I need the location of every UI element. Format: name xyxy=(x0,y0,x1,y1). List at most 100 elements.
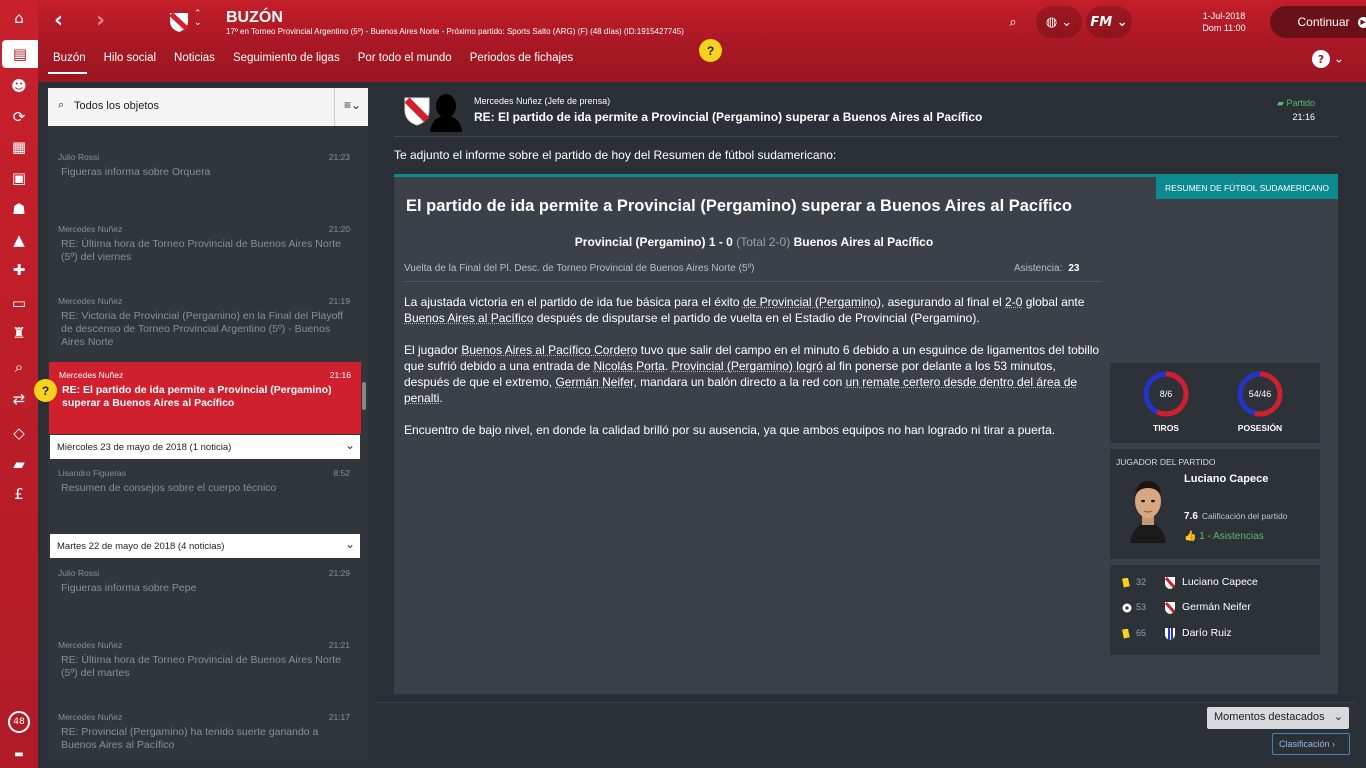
text-run: después de disputarse el partido de vuel… xyxy=(533,311,980,325)
player-link[interactable]: Nicolás Porta xyxy=(593,359,664,373)
goal-ball-icon xyxy=(1122,603,1132,613)
competitions-icon[interactable]: ♜ xyxy=(0,319,38,347)
transfers-icon[interactable]: ⇄ xyxy=(0,385,38,413)
report-title: El partido de ida permite a Provincial (… xyxy=(406,197,1073,215)
club-crest-icon[interactable] xyxy=(168,11,190,33)
day-group-label: Miércoles 23 de mayo de 2018 (1 noticia) xyxy=(57,442,232,453)
report-paragraph: La ajustada victoria en el partido de id… xyxy=(404,294,1102,326)
training-icon[interactable]: ▲ xyxy=(0,226,38,254)
tab-hilo-social[interactable]: Hilo social xyxy=(99,48,165,74)
inbox-icon[interactable]: ▤ xyxy=(2,40,38,68)
message-time: 21:23 xyxy=(328,152,350,162)
team-link[interactable]: de Provincial (Pergamino) xyxy=(743,295,881,309)
squad-icon[interactable]: ☻ xyxy=(0,72,38,100)
day-group-header[interactable]: Miércoles 23 de mayo de 2018 (1 noticia)… xyxy=(50,435,360,459)
message-subject: RE: El partido de ida permite a Provinci… xyxy=(474,110,983,124)
continue-button[interactable]: Continuar ▶ xyxy=(1270,6,1366,38)
tactics-icon[interactable]: ▦ xyxy=(0,133,38,161)
away-team[interactable]: Buenos Aires al Pacífico xyxy=(794,235,934,249)
tab-seguimiento-ligas[interactable]: Seguimiento de ligas xyxy=(228,48,349,74)
assists-text: 1 - Asistencias xyxy=(1199,531,1264,542)
fm-menu-button[interactable]: FM ⌄ xyxy=(1086,6,1132,38)
tab-por-todo-el-mundo[interactable]: Por todo el mundo xyxy=(353,48,461,74)
notifications-badge[interactable]: 48 xyxy=(0,708,38,736)
possession-value: 54/46 xyxy=(1248,389,1272,399)
team-link[interactable]: Buenos Aires al Pacífico xyxy=(404,311,533,325)
message-time: 21:17 xyxy=(328,712,350,722)
event-row[interactable]: 32 Luciano Capece xyxy=(1110,573,1320,597)
calendar-icon[interactable]: ▭ xyxy=(0,289,38,317)
event-row[interactable]: 53 Germán Neifer xyxy=(1110,598,1320,622)
text-run: global ante xyxy=(1022,295,1085,309)
staff-icon[interactable]: ☗ xyxy=(0,195,38,223)
list-scrollbar[interactable] xyxy=(362,382,366,410)
help-bubble[interactable]: ? xyxy=(699,39,722,62)
list-item[interactable]: Mercedes Nuñez 21:20 RE: Última hora de … xyxy=(48,216,360,288)
sort-arrows-icon[interactable]: ⌃ ⌄ xyxy=(194,10,202,28)
list-item[interactable]: Mercedes Nuñez 21:19 RE: Victoria de Pro… xyxy=(48,288,360,360)
message-time: 21:16 xyxy=(1292,112,1315,122)
world-icon[interactable]: ◍ ⌄ xyxy=(1036,6,1082,38)
message-view: Mercedes Nuñez (Jefe de prensa) RE: El p… xyxy=(376,82,1356,702)
result-link[interactable]: 2-0 xyxy=(1005,295,1022,309)
help-bubble-list[interactable]: ? xyxy=(34,379,57,402)
tab-noticias[interactable]: Noticias xyxy=(169,48,224,74)
fm-label: FM xyxy=(1090,14,1113,30)
list-item[interactable]: Mercedes Nuñez 21:21 RE: Última hora de … xyxy=(48,632,360,704)
rating-value: 7.6 xyxy=(1184,511,1198,522)
message-subject: Figueras informa sobre Pepe xyxy=(61,582,197,594)
home-team[interactable]: Provincial (Pergamino) xyxy=(575,235,706,249)
team-report-icon[interactable]: ▣ xyxy=(0,164,38,192)
back-icon[interactable]: ‹ xyxy=(54,8,63,33)
list-item[interactable]: Lisandro Figueras 8:52 Resumen de consej… xyxy=(48,460,360,532)
standings-button[interactable]: Clasificación › xyxy=(1272,733,1350,755)
forward-icon[interactable]: › xyxy=(96,8,105,33)
rating-label: Calificación del partido xyxy=(1201,511,1288,521)
highlights-dropdown[interactable]: Momentos destacados ⌄ xyxy=(1207,707,1349,729)
event-row[interactable]: 65 Darío Ruiz xyxy=(1110,624,1320,648)
list-item[interactable]: Mercedes Nuñez 21:17 RE: Provincial (Per… xyxy=(48,704,360,760)
list-item[interactable]: Julio Rossi 21:23 Figueras informa sobre… xyxy=(48,144,360,216)
club-vision-icon[interactable]: ◇ xyxy=(0,419,38,447)
list-item[interactable]: Julio Rossi 21:29 Figueras informa sobre… xyxy=(48,560,360,632)
message-time: 21:21 xyxy=(328,640,350,650)
list-item-selected[interactable]: Mercedes Nuñez 21:16 RE: El partido de i… xyxy=(49,362,361,434)
message-time: 8:52 xyxy=(333,468,350,478)
message-sender: Julio Rossi xyxy=(58,152,100,162)
finances-icon[interactable]: £ xyxy=(0,480,38,508)
medical-icon[interactable]: ✚ xyxy=(0,256,38,284)
help-menu-button[interactable]: ? ⌄ xyxy=(1312,50,1344,68)
aggregate-score: (Total 2-0) xyxy=(736,235,791,249)
filter-menu-icon[interactable]: ≡⌄ xyxy=(344,98,361,112)
player-link[interactable]: Buenos Aires al Pacífico Cordero xyxy=(461,343,637,357)
dynamics-icon[interactable]: ⟳ xyxy=(0,103,38,131)
day-group-label: Martes 22 de mayo de 2018 (4 noticias) xyxy=(57,541,225,552)
player-link[interactable]: Germán Neifer xyxy=(555,375,633,389)
scouting-icon[interactable]: ⌕ xyxy=(0,353,38,381)
potm-name[interactable]: Luciano Capece xyxy=(1184,473,1268,485)
tab-buzon[interactable]: Buzón xyxy=(48,48,95,74)
player-of-the-match[interactable]: JUGADOR DEL PARTIDO Luciano Capece 7.6 Ca… xyxy=(1110,449,1320,559)
search-icon[interactable]: ⌕ xyxy=(1000,6,1026,38)
day-group-header[interactable]: Martes 22 de mayo de 2018 (4 noticias) ⌄ xyxy=(50,534,360,558)
home-crest-icon xyxy=(1164,602,1176,614)
team-link[interactable]: Provincial (Pergamino) logró xyxy=(672,359,823,373)
divider xyxy=(394,136,1338,137)
chevron-down-icon: ⌄ xyxy=(344,537,355,551)
message-subject: Resumen de consejos sobre el cuerpo técn… xyxy=(61,482,277,494)
thumbs-up-icon: 👍 xyxy=(1184,531,1197,542)
message-sender: Mercedes Nuñez xyxy=(59,370,124,380)
possession-label: POSESIÓN xyxy=(1237,423,1283,433)
score: 1 - 0 xyxy=(708,235,733,249)
message-time: 21:20 xyxy=(328,224,350,234)
board-icon[interactable]: ▰ xyxy=(0,450,38,478)
message-sender: Mercedes Nuñez xyxy=(58,224,123,234)
game-date[interactable]: 1-Jul-2018 Dom 11:00 xyxy=(1184,10,1264,34)
keyboard-icon[interactable]: ▬ xyxy=(0,740,38,768)
home-icon[interactable]: ⌂ xyxy=(0,4,38,32)
tab-periodos-fichajes[interactable]: Periodos de fichajes xyxy=(465,48,583,74)
attendance-label: Asistencia: xyxy=(1014,263,1063,274)
inbox-filter[interactable]: ⌕ Todos los objetos ≡⌄ xyxy=(48,88,368,126)
search-icon: ⌕ xyxy=(58,99,65,111)
competition-name[interactable]: Vuelta de la Final del Pl. Desc. de Torn… xyxy=(404,263,755,274)
